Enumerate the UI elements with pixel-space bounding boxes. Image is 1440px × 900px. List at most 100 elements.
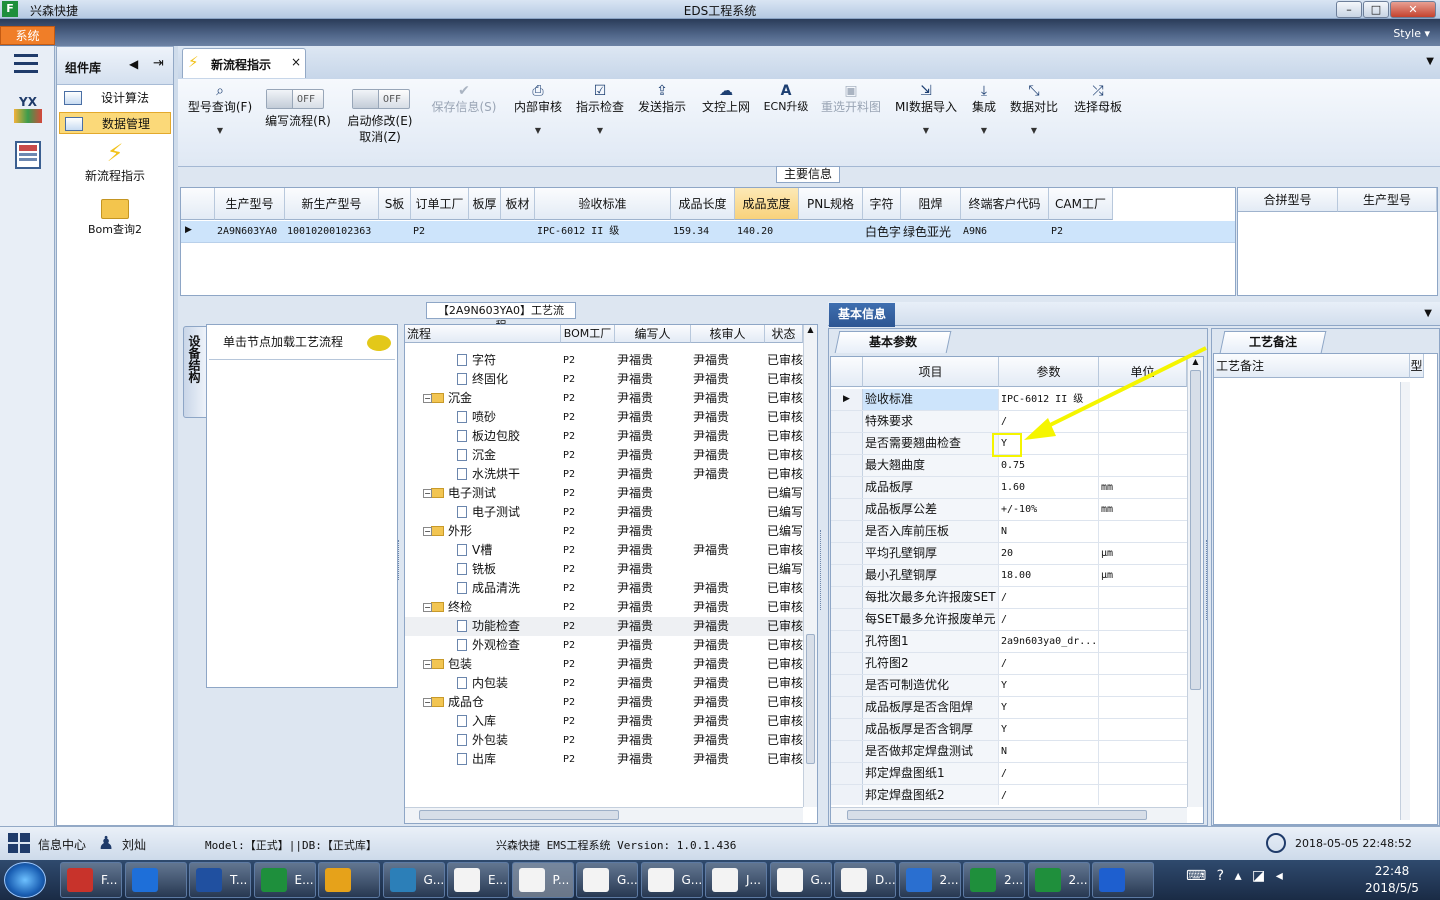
tree-row[interactable]: 功能检查 P2 尹福贵 尹福贵 已审核 [405,617,803,636]
scroll-thumb[interactable] [419,810,619,820]
row-selector[interactable]: ▶ [831,389,863,410]
tree-row[interactable]: 外观检查 P2 尹福贵 尹福贵 已审核 [405,636,803,655]
param-row[interactable]: 成品板厚是否含阻焊 Y [831,697,1187,719]
taskbar-item-task-g2[interactable]: G... [640,862,703,898]
process-horizontal-scrollbar[interactable] [405,807,803,823]
splitter-left[interactable] [398,540,402,580]
taskbar-item-app-g-task[interactable]: G... [382,862,445,898]
row-selector[interactable] [831,477,863,498]
collapse-icon[interactable]: − [423,660,432,669]
tree-row[interactable]: V槽 P2 尹福贵 尹福贵 已审核 [405,541,803,560]
param-row[interactable]: 是否做邦定焊盘测试 N [831,741,1187,763]
param-row[interactable]: 成品板厚 1.60 mm [831,477,1187,499]
column-header[interactable]: 终端客户代码 [961,188,1049,220]
column-header-bom-factory[interactable]: BOM工厂 [561,325,615,343]
taskbar-item-text-doc-task[interactable]: 2... [898,862,961,898]
cancel-button[interactable]: 取消(Z) [344,129,416,145]
select-master-button[interactable]: ⤮ 选择母板 [1068,83,1128,115]
scroll-up-icon[interactable]: ▲ [804,325,817,334]
row-selector[interactable] [831,543,863,564]
column-header[interactable]: 成品长度 [671,188,735,220]
instruction-check-button[interactable]: ☑ 指示检查 ▼ [572,83,628,139]
row-selector[interactable] [831,697,863,718]
column-header[interactable]: PNL规格 [799,188,863,220]
collapse-icon[interactable]: − [423,394,432,403]
column-header-item[interactable]: 项目 [863,357,999,387]
row-selector[interactable] [831,719,863,740]
param-row[interactable]: 孔符图1 2a9n603ya0_dr... [831,631,1187,653]
row-selector[interactable] [831,455,863,476]
column-header[interactable]: 板材 [501,188,535,220]
row-selector[interactable] [831,499,863,520]
collapse-icon[interactable]: − [423,527,432,536]
collapse-left-icon[interactable]: ◀ [129,57,138,71]
splitter-right[interactable] [1206,540,1210,620]
param-value[interactable]: Y [999,697,1099,718]
param-value[interactable]: / [999,609,1099,630]
param-row[interactable]: 平均孔壁铜厚 20 μm [831,543,1187,565]
equipment-structure-tab[interactable]: 设备结构 [183,326,207,418]
info-center-link[interactable]: 信息中心 [38,836,86,853]
scroll-thumb[interactable] [847,810,1147,820]
column-header[interactable]: 板厚 [469,188,501,220]
tree-row[interactable]: 电子测试 P2 尹福贵 已编写 [405,503,803,522]
param-row[interactable]: 是否入库前压板 N [831,521,1187,543]
param-row[interactable]: 最小孔壁铜厚 18.00 μm [831,565,1187,587]
internal-review-button[interactable]: ⎙ 内部审核 ▼ [510,83,566,139]
row-selector[interactable] [831,763,863,784]
param-value[interactable]: N [999,741,1099,762]
send-instruction-button[interactable]: ⇪ 发送指示 [634,83,690,115]
close-button[interactable]: ✕ [1390,1,1436,18]
process-vertical-scrollbar[interactable]: ▲ [803,325,817,807]
row-selector[interactable] [831,565,863,586]
column-header[interactable]: 订单工厂 [411,188,469,220]
taskbar-item-app-e-task[interactable]: E... [253,862,316,898]
taskbar-item-shell-task[interactable] [318,862,380,898]
remarks-vertical-scrollbar[interactable] [1400,382,1410,820]
column-header-combined-model[interactable]: 合拼型号 [1238,188,1338,212]
param-row[interactable]: 成品板厚公差 +/-10% mm [831,499,1187,521]
tree-row[interactable]: 内包装 P2 尹福贵 尹福贵 已审核 [405,674,803,693]
volume-icon[interactable]: ◂ [1276,868,1283,884]
column-header-reviewer[interactable]: 核审人 [691,325,765,343]
row-selector[interactable] [831,433,863,454]
row-selector[interactable] [831,631,863,652]
param-value[interactable]: / [999,653,1099,674]
table-row[interactable]: ▶ 2A9N603YA0 10010200102363 P2 IPC-6012 II … [181,221,1235,243]
edit-flow-toggle[interactable]: OFF [266,89,324,109]
row-selector[interactable] [831,587,863,608]
taskbar-item-task-e[interactable]: E... [447,862,509,898]
tab-list-dropdown-icon[interactable]: ▼ [1424,308,1432,319]
keyboard-icon[interactable]: ⌨ [1186,868,1206,884]
column-header[interactable]: 生产型号 [215,188,285,220]
taskbar-item-task-p[interactable]: P... [511,862,574,898]
tree-row[interactable]: 成品清洗 P2 尹福贵 尹福贵 已审核 [405,579,803,598]
reselect-material-button[interactable]: ▣ 重选开料图 [818,83,884,115]
taskbar-item-task-g3[interactable]: G... [769,862,832,898]
taskbar-item-ie-task[interactable] [124,862,187,898]
tray-expand-icon[interactable]: ▴ [1235,868,1242,884]
doc-upload-button[interactable]: ☁ 文控上网 [698,83,754,115]
taskbar-item-task-j[interactable]: J... [705,862,767,898]
param-row[interactable]: 邦定焊盘图纸2/ [831,785,1187,805]
save-info-button[interactable]: ✔ 保存信息(S) [428,83,500,115]
row-selector[interactable] [831,785,863,805]
param-value[interactable]: 18.00 [999,565,1099,586]
tree-row[interactable]: 终检 − P2 尹福贵 尹福贵 已审核 [405,598,803,617]
sidebar-item-design-algorithm[interactable]: 设计算法 [59,87,171,109]
tree-row[interactable]: 外包装 P2 尹福贵 尹福贵 已审核 [405,731,803,750]
maximize-button[interactable]: □ [1363,1,1389,18]
column-header[interactable]: CAM工厂 [1049,188,1113,220]
calculator-module-icon[interactable] [6,138,50,172]
column-header[interactable]: S板 [379,188,411,220]
tree-row[interactable]: 板边包胶 P2 尹福贵 尹福贵 已审核 [405,427,803,446]
param-value[interactable]: +/-10% [999,499,1099,520]
edit-flow-control[interactable]: OFF 编写流程(R) [260,83,336,129]
windows-grid-icon[interactable] [8,833,30,853]
param-row[interactable]: 每批次最多允许报废SET / [831,587,1187,609]
column-header-production-model[interactable]: 生产型号 [1338,188,1437,212]
yx-module-icon[interactable]: YX [6,94,50,128]
sidebar-item-bom-query[interactable]: Bom查询2 [57,197,173,243]
taskbar-clock[interactable]: 22:48 2018/5/5 [1352,863,1432,897]
tree-row[interactable]: 沉金 P2 尹福贵 尹福贵 已审核 [405,446,803,465]
